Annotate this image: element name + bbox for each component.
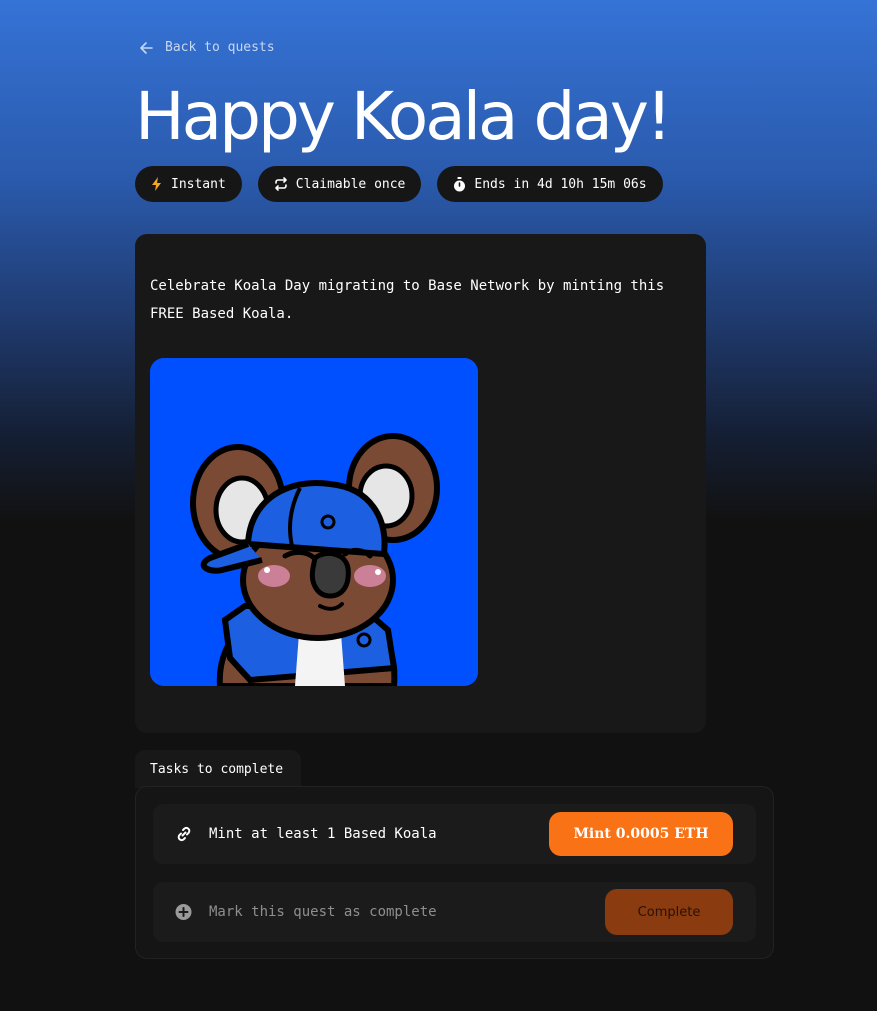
badge-label: Instant [171, 176, 226, 192]
task-mark-complete: Mark this quest as complete Complete [153, 882, 756, 942]
tab-tasks-to-complete[interactable]: Tasks to complete [135, 750, 301, 788]
badge-label: Claimable once [295, 176, 406, 192]
tasks-panel: Mint at least 1 Based Koala Mint 0.0005 … [135, 786, 774, 959]
arrow-left-icon [140, 41, 153, 54]
mint-button[interactable]: Mint 0.0005 ETH [549, 812, 733, 856]
stopwatch-icon [453, 176, 466, 192]
task-label: Mint at least 1 Based Koala [209, 826, 437, 842]
badge-instant: Instant [135, 166, 242, 202]
link-icon [175, 825, 193, 843]
repeat-icon [274, 177, 288, 191]
badge-label: Ends in 4d 10h 15m 06s [474, 176, 647, 192]
back-to-quests-link[interactable]: Back to quests [139, 40, 275, 55]
page-title: Happy Koala day! [135, 78, 672, 155]
lightning-icon [151, 177, 163, 191]
badge-ends-in: Ends in 4d 10h 15m 06s [437, 166, 663, 202]
koala-nft-image [150, 358, 478, 686]
task-label: Mark this quest as complete [209, 904, 437, 920]
badge-claimable: Claimable once [257, 166, 422, 202]
complete-button[interactable]: Complete [605, 889, 733, 935]
quest-card: Celebrate Koala Day migrating to Base Ne… [135, 234, 706, 733]
quest-badges: Instant Claimable once Ends in 4d 10h 15… [135, 166, 663, 202]
plus-circle-icon [175, 904, 192, 921]
back-label: Back to quests [165, 40, 275, 55]
quest-description: Celebrate Koala Day migrating to Base Ne… [150, 278, 665, 322]
task-mint-koala: Mint at least 1 Based Koala Mint 0.0005 … [153, 804, 756, 864]
